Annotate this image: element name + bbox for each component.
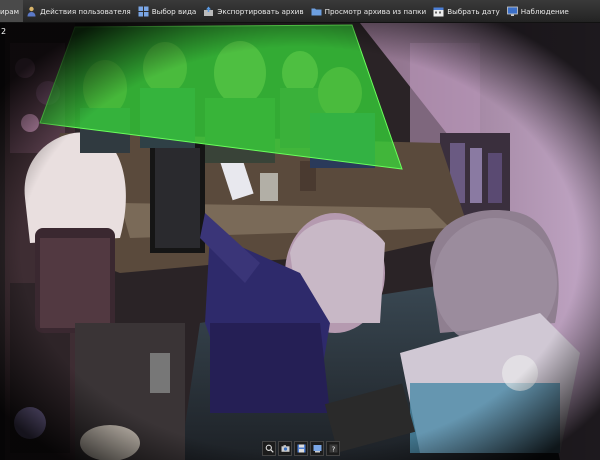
toolbar-item-label: Выбор вида xyxy=(151,6,197,16)
toolbar-item-label: Выбрать дату xyxy=(447,6,500,16)
snapshot-button[interactable] xyxy=(278,441,292,456)
toolbar-item-view-select[interactable]: Выбор вида xyxy=(135,0,201,22)
export-icon xyxy=(313,445,321,453)
toolbar-item-label: ирам xyxy=(0,6,20,16)
svg-text:?: ? xyxy=(331,445,335,453)
toolbar-item-label: Действия пользователя xyxy=(40,6,131,16)
toolbar-item-cut[interactable]: ирам xyxy=(0,0,24,22)
camera-controls: ? xyxy=(262,441,340,456)
camera-feed-image xyxy=(0,23,600,460)
help-icon: ? xyxy=(329,444,337,453)
toolbar-item-label: Просмотр архива из папки xyxy=(324,6,427,16)
export-archive-icon xyxy=(203,6,214,17)
help-button[interactable]: ? xyxy=(326,441,340,456)
save-icon xyxy=(297,444,305,453)
save-button[interactable] xyxy=(294,441,308,456)
export-button[interactable] xyxy=(310,441,324,456)
main-toolbar: ирам Действия пользователя Выбор вида Эк… xyxy=(0,0,600,23)
zoom-button[interactable] xyxy=(262,441,276,456)
toolbar-item-user-actions[interactable]: Действия пользователя xyxy=(23,0,135,22)
calendar-icon xyxy=(433,6,444,17)
snapshot-icon xyxy=(281,445,289,452)
toolbar-item-export-archive[interactable]: Экспортировать архив xyxy=(200,0,307,22)
toolbar-item-monitoring[interactable]: Наблюдение xyxy=(504,0,573,22)
toolbar-item-label: Экспортировать архив xyxy=(217,6,304,16)
zoom-icon xyxy=(265,444,274,453)
camera-number: 2 xyxy=(1,27,7,36)
monitor-icon xyxy=(506,6,518,17)
toolbar-item-archive-folder[interactable]: Просмотр архива из папки xyxy=(308,0,431,22)
toolbar-item-select-date[interactable]: Выбрать дату xyxy=(430,0,504,22)
folder-icon xyxy=(311,6,322,17)
toolbar-item-label: Наблюдение xyxy=(520,6,569,16)
user-actions-icon xyxy=(26,6,37,17)
camera-view[interactable] xyxy=(0,23,600,460)
view-grid-icon xyxy=(138,6,149,17)
